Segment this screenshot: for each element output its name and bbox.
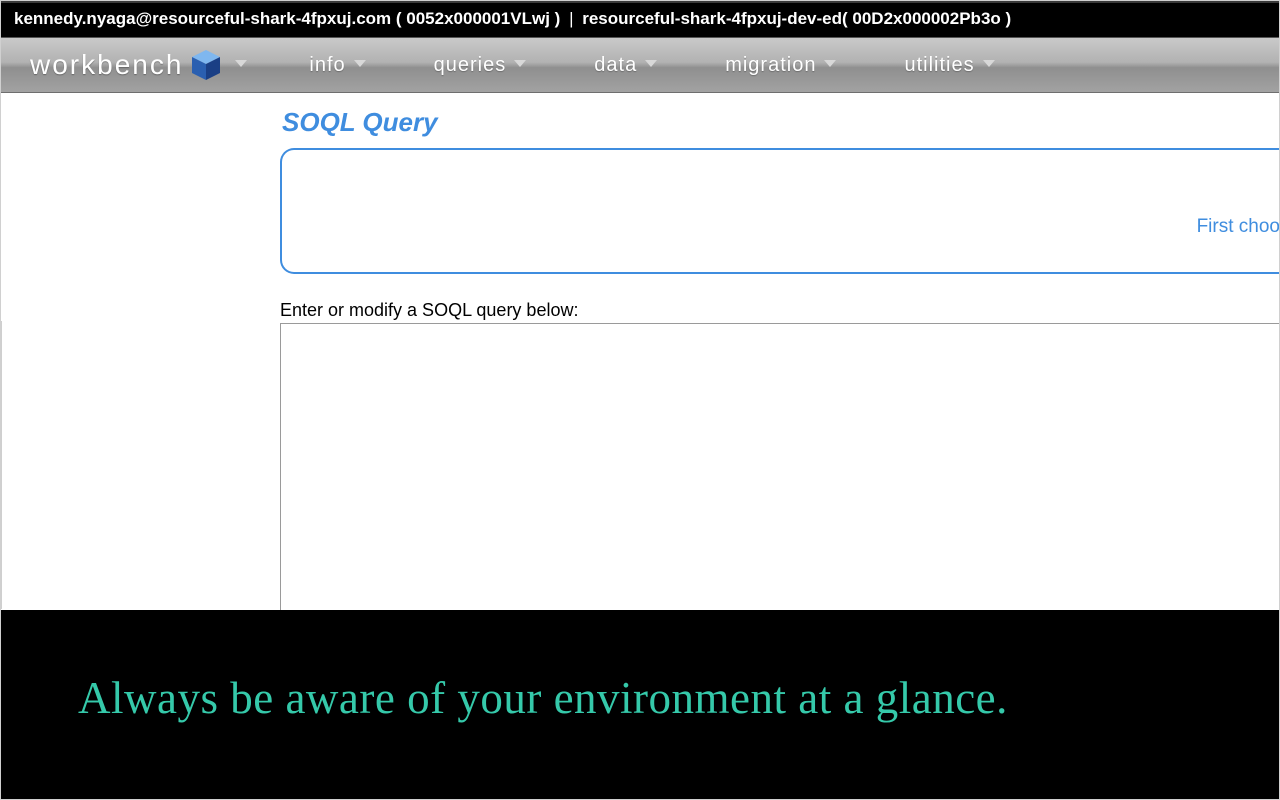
brand-menu[interactable]: workbench — [30, 48, 247, 82]
separator: | — [565, 9, 577, 28]
chevron-down-icon — [235, 60, 247, 67]
chevron-down-icon — [354, 60, 366, 67]
brand-label: workbench — [30, 49, 183, 81]
current-user: kennedy.nyaga@resourceful-shark-4fpxuj.c… — [14, 9, 560, 28]
menu-label: info — [309, 54, 345, 77]
menu-label: migration — [725, 54, 816, 77]
chevron-down-icon — [983, 60, 995, 67]
env-banner: kennedy.nyaga@resourceful-shark-4fpxuj.c… — [0, 0, 1280, 37]
page-title: SOQL Query — [282, 107, 1280, 138]
workbench-cube-icon — [189, 48, 223, 82]
menu-label: utilities — [904, 54, 974, 77]
chevron-down-icon — [645, 60, 657, 67]
menu-label: data — [594, 54, 637, 77]
menu-utilities[interactable]: utilities — [870, 54, 1028, 77]
main-menu-bar: workbench info queries data migration ut… — [0, 37, 1280, 93]
chevron-down-icon — [514, 60, 526, 67]
builder-hint-text: First choo — [1197, 216, 1280, 238]
query-builder-panel: First choo — [280, 148, 1280, 274]
query-prompt-label: Enter or modify a SOQL query below: — [280, 300, 1280, 321]
menu-queries[interactable]: queries — [400, 54, 561, 77]
soql-textarea[interactable] — [280, 323, 1280, 611]
menu-migration[interactable]: migration — [691, 54, 870, 77]
left-edge-rule — [0, 321, 2, 609]
caption-text: Always be aware of your environment at a… — [78, 672, 1008, 724]
menu-info[interactable]: info — [275, 54, 399, 77]
menu-label: queries — [434, 54, 507, 77]
caption-overlay: Always be aware of your environment at a… — [0, 610, 1280, 800]
chevron-down-icon — [824, 60, 836, 67]
menu-data[interactable]: data — [560, 54, 691, 77]
current-org: resourceful-shark-4fpxuj-dev-ed( 00D2x00… — [582, 9, 1011, 28]
